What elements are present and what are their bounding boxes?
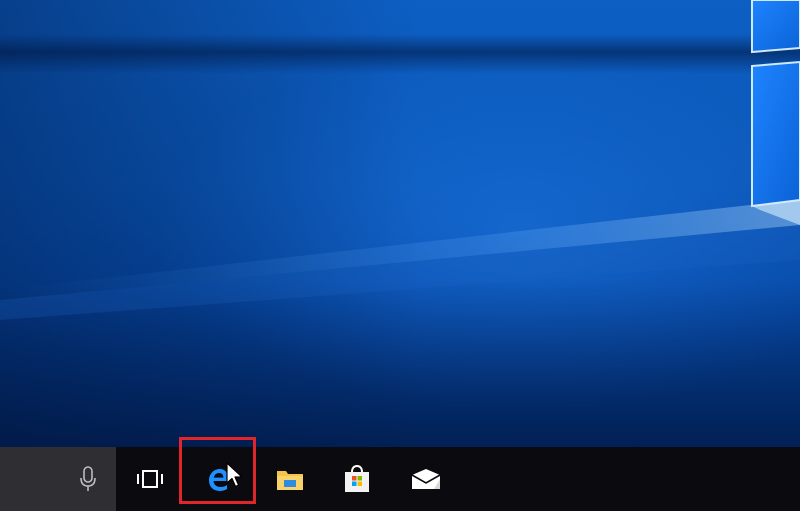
mouse-cursor-icon — [226, 462, 243, 488]
mail-button[interactable] — [398, 447, 454, 511]
task-view-button[interactable] — [122, 447, 178, 511]
taskbar — [0, 437, 800, 511]
store-button[interactable] — [329, 447, 385, 511]
edge-highlight-box — [179, 437, 256, 504]
task-view-icon — [137, 470, 163, 488]
mail-icon — [411, 469, 441, 489]
folder-icon — [277, 471, 303, 490]
file-explorer-button[interactable] — [262, 447, 318, 511]
microphone-icon[interactable] — [78, 465, 98, 493]
search-box[interactable] — [0, 447, 116, 511]
windows-logo-light — [0, 0, 800, 320]
desktop-wallpaper — [0, 0, 800, 447]
store-icon — [345, 464, 369, 492]
